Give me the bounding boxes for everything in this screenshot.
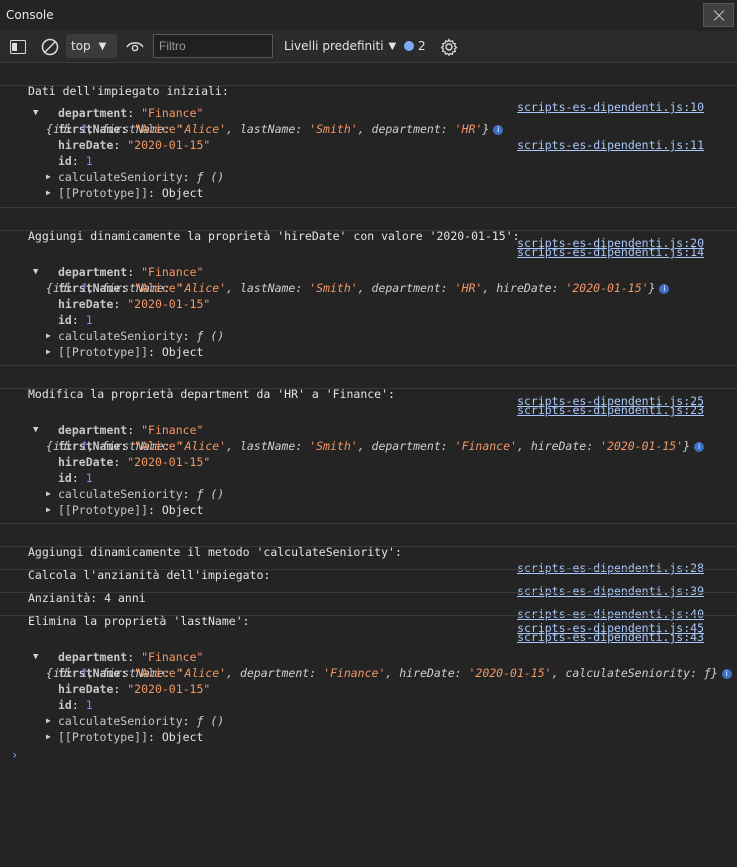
collapsed-triangle-icon[interactable]: ▶ (46, 169, 51, 185)
object-property: department: "Finance" (58, 265, 204, 279)
log-object: scripts-es-dipendenti.js:20 ▼ {id: 1, fi… (0, 231, 737, 366)
context-label: top (71, 39, 91, 53)
object-property: firstName: "Alice" (58, 439, 183, 453)
object-method[interactable]: calculateSeniority: ƒ () (58, 713, 224, 729)
log-message: Modifica la proprietà department da 'HR'… (0, 366, 737, 417)
object-prototype[interactable]: [[Prototype]]: Object (58, 185, 203, 201)
object-method[interactable]: calculateSeniority: ƒ () (58, 486, 224, 502)
live-expression-eye-icon[interactable] (126, 31, 144, 62)
collapsed-triangle-icon[interactable]: ▶ (46, 344, 51, 360)
object-property: hireDate: "2020-01-15" (58, 138, 211, 152)
clear-console-icon[interactable] (40, 31, 60, 62)
close-button[interactable] (703, 3, 734, 27)
log-message: Aggiungi dinamicamente la proprietà 'hir… (0, 208, 737, 259)
object-property: hireDate: "2020-01-15" (58, 455, 211, 469)
object-property: id: 1 (58, 698, 93, 712)
log-message: Elimina la proprietà 'lastName': scripts… (0, 593, 737, 644)
log-object: ▼ {id: 1, firstName: 'Alice', lastName: … (0, 86, 737, 208)
chevron-down-icon: ▼ (98, 40, 107, 52)
object-prototype[interactable]: [[Prototype]]: Object (58, 502, 203, 518)
log-object: scripts-es-dipendenti.js:25 ▼ {id: 1, fi… (0, 389, 737, 524)
object-property: firstName: "Alice" (58, 281, 183, 295)
object-prototype[interactable]: [[Prototype]]: Object (58, 344, 203, 360)
object-property: hireDate: "2020-01-15" (58, 682, 211, 696)
object-prototype[interactable]: [[Prototype]]: Object (58, 729, 203, 745)
collapsed-triangle-icon[interactable]: ▶ (46, 729, 51, 745)
object-property: department: "Finance" (58, 106, 204, 120)
chevron-down-icon: ▼ (388, 40, 397, 52)
console-messages: Dati dell'impiegato iniziali: scripts-es… (0, 63, 737, 750)
object-method[interactable]: calculateSeniority: ƒ () (58, 169, 224, 185)
collapsed-triangle-icon[interactable]: ▶ (46, 328, 51, 344)
object-property: department: "Finance" (58, 423, 204, 437)
log-message: Anzianità: 4 anni scripts-es-dipendenti.… (0, 570, 737, 621)
show-sidebar-icon[interactable] (9, 31, 27, 62)
collapsed-triangle-icon[interactable]: ▶ (46, 502, 51, 518)
window-title: Console (6, 8, 54, 22)
object-property: id: 1 (58, 154, 93, 168)
collapsed-triangle-icon[interactable]: ▶ (46, 486, 51, 502)
gear-icon[interactable] (439, 31, 459, 62)
log-levels-dropdown[interactable]: Livelli predefiniti ▼ (284, 39, 396, 53)
console-toolbar: top ▼ Livelli predefiniti ▼ 2 (0, 31, 737, 63)
issue-icon (404, 41, 414, 51)
log-message: Calcola l'anzianità dell'impiegato: scri… (0, 547, 737, 598)
log-message: Aggiungi dinamicamente il metodo 'calcul… (0, 524, 737, 575)
issues-count: 2 (418, 39, 426, 53)
log-object: scripts-es-dipendenti.js:45 ▼ {id: 1, fi… (0, 616, 737, 750)
object-property: id: 1 (58, 471, 93, 485)
log-levels-label: Livelli predefiniti (284, 39, 384, 53)
title-bar: Console (0, 0, 737, 30)
console-prompt[interactable]: › (11, 748, 18, 762)
object-property: department: "Finance" (58, 650, 204, 664)
log-message: Dati dell'impiegato iniziali: scripts-es… (0, 63, 737, 114)
object-property: id: 1 (58, 313, 93, 327)
context-selector[interactable]: top ▼ (66, 34, 117, 58)
object-property: firstName: "Alice" (58, 122, 183, 136)
collapsed-triangle-icon[interactable]: ▶ (46, 185, 51, 201)
object-property: firstName: "Alice" (58, 666, 183, 680)
collapsed-triangle-icon[interactable]: ▶ (46, 713, 51, 729)
object-property: hireDate: "2020-01-15" (58, 297, 211, 311)
object-method[interactable]: calculateSeniority: ƒ () (58, 328, 224, 344)
issues-counter[interactable]: 2 (404, 39, 426, 53)
filter-input[interactable] (153, 34, 273, 58)
